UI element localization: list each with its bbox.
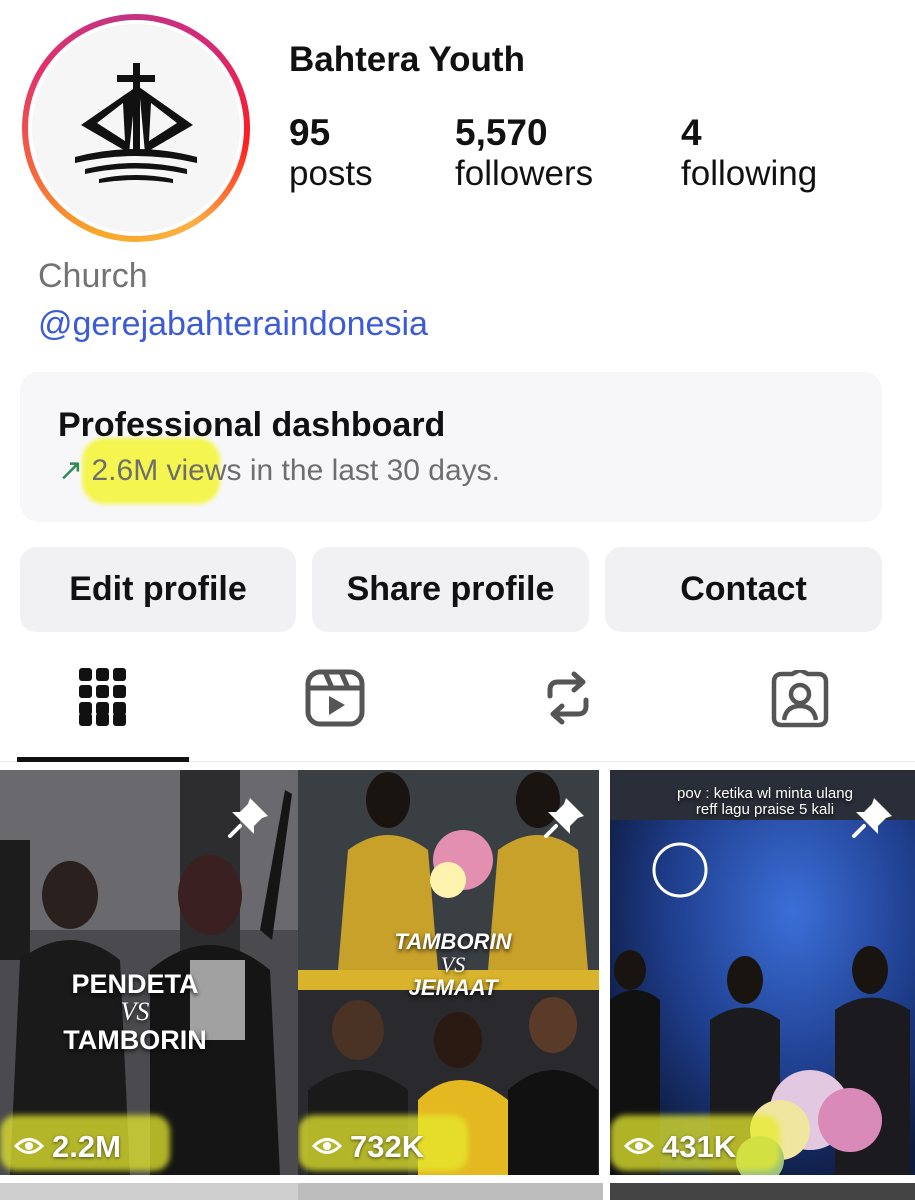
profile-category: Church: [38, 257, 148, 295]
posts-stat[interactable]: 95 posts: [289, 112, 373, 194]
post-thumbnail-5[interactable]: [298, 1183, 603, 1200]
eye-icon: [311, 1129, 343, 1165]
edit-profile-button[interactable]: Edit profile: [20, 547, 296, 632]
pin-icon: [228, 798, 268, 838]
tab-grid[interactable]: [78, 667, 128, 732]
profile-avatar[interactable]: [22, 14, 250, 242]
tab-reposts[interactable]: [542, 670, 594, 731]
post-thumbnail-4[interactable]: [0, 1183, 301, 1200]
followers-label: followers: [455, 154, 594, 193]
posts-label: posts: [289, 154, 373, 193]
posts-count: 95: [289, 112, 331, 153]
reels-icon: [305, 669, 365, 727]
threads-handle-link[interactable]: @gerejabahteraindonesia: [38, 305, 428, 344]
followers-stat[interactable]: 5,570 followers: [455, 112, 593, 194]
following-label: following: [681, 154, 818, 193]
dashboard-subtitle-row: ↗ 2.6M views in the last 30 days.: [58, 453, 500, 488]
following-count: 4: [681, 112, 702, 153]
post-2-title-bottom: JEMAAT: [408, 975, 498, 1001]
following-stat[interactable]: 4 following: [681, 112, 817, 194]
profile-username: Bahtera Youth: [289, 40, 525, 79]
post-3-views-count: 431K: [662, 1129, 737, 1164]
eye-icon: [13, 1129, 45, 1165]
share-profile-button[interactable]: Share profile: [312, 547, 589, 632]
contact-button[interactable]: Contact: [605, 547, 882, 632]
eye-icon: [623, 1129, 655, 1165]
post-1-title-top: PENDETA: [71, 969, 199, 999]
post-2-views: 732K: [311, 1129, 425, 1165]
post-1-views: 2.2M: [13, 1129, 121, 1165]
followers-count: 5,570: [455, 112, 548, 153]
post-3-views: 431K: [623, 1129, 737, 1165]
church-logo: [32, 24, 240, 232]
tab-reels[interactable]: [305, 669, 365, 732]
post-thumbnail-3[interactable]: pov : ketika wl minta ulang reff lagu pr…: [610, 770, 915, 1175]
post-thumbnail-1[interactable]: PENDETA VS TAMBORIN 2.2M: [0, 770, 301, 1175]
trend-arrow-icon: ↗: [58, 454, 84, 487]
post-thumbnail-6[interactable]: [610, 1183, 915, 1200]
pin-icon: [544, 798, 584, 838]
grid-icon: [79, 668, 126, 726]
active-tab-indicator: [17, 757, 189, 762]
post-2-views-count: 732K: [350, 1129, 425, 1164]
post-1-title-bottom: TAMBORIN: [63, 1024, 207, 1055]
post-1-title-vs: VS: [120, 997, 150, 1027]
dashboard-title: Professional dashboard: [58, 406, 446, 444]
reposts-icon: [547, 671, 589, 725]
post-thumbnail-2[interactable]: TAMBORIN VS JEMAAT 732K: [298, 770, 599, 1175]
pin-icon: [852, 798, 892, 838]
post-1-views-count: 2.2M: [52, 1129, 121, 1164]
tagged-icon: [771, 667, 829, 728]
post-2-title-top: TAMBORIN: [394, 929, 512, 954]
dashboard-views-text: 2.6M views in the last 30 days.: [91, 454, 501, 487]
tab-tagged[interactable]: [770, 667, 830, 733]
post-2-title-vs: VS: [440, 952, 466, 978]
